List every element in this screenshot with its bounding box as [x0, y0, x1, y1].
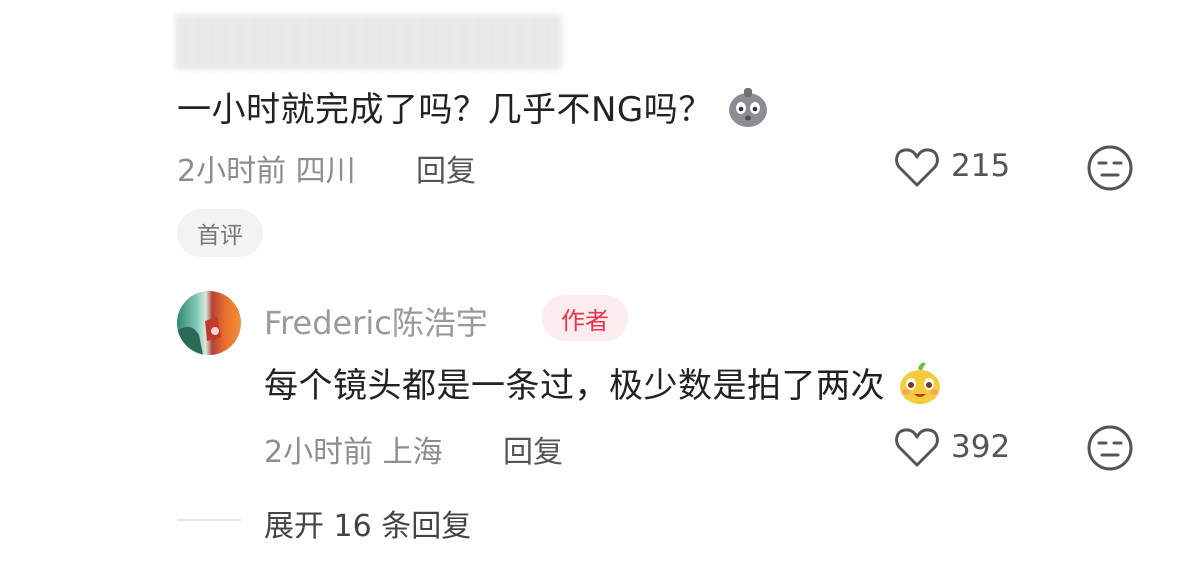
dislike-button-2[interactable] [1086, 424, 1134, 476]
heart-icon [895, 428, 939, 467]
reply-button-2[interactable]: 回复 [503, 427, 563, 471]
expand-divider [177, 519, 241, 521]
happy-face-sticker-icon [896, 359, 944, 416]
like-button-2[interactable] [893, 425, 941, 473]
reply-meta: 2小时前 上海 [264, 435, 443, 470]
like-button[interactable] [893, 145, 941, 193]
neutral-face-icon [1087, 145, 1133, 191]
comment-meta: 2小时前 四川 [177, 154, 356, 189]
reply-button[interactable]: 回复 [416, 146, 476, 190]
author-name[interactable]: Frederic陈浩宇 [264, 298, 488, 344]
neutral-face-icon [1087, 425, 1133, 471]
first-comment-badge: 首评 [177, 209, 263, 257]
avatar[interactable] [177, 291, 241, 355]
comment-text: 一小时就完成了吗？几乎不NG吗？ [177, 82, 772, 140]
author-badge: 作者 [542, 295, 628, 341]
shocked-face-sticker-icon [724, 83, 772, 140]
like-count: 215 [951, 148, 1011, 184]
heart-icon [895, 148, 939, 187]
reply-text: 每个镜头都是一条过，极少数是拍了两次 [264, 358, 944, 416]
dislike-button[interactable] [1086, 144, 1134, 196]
like-count-2: 392 [951, 429, 1011, 465]
expand-replies-button[interactable]: 展开 16 条回复 [264, 501, 471, 545]
comment-text-content: 一小时就完成了吗？几乎不NG吗？ [177, 90, 713, 130]
reply-text-content: 每个镜头都是一条过，极少数是拍了两次 [264, 366, 885, 406]
blurred-username[interactable] [176, 14, 562, 70]
